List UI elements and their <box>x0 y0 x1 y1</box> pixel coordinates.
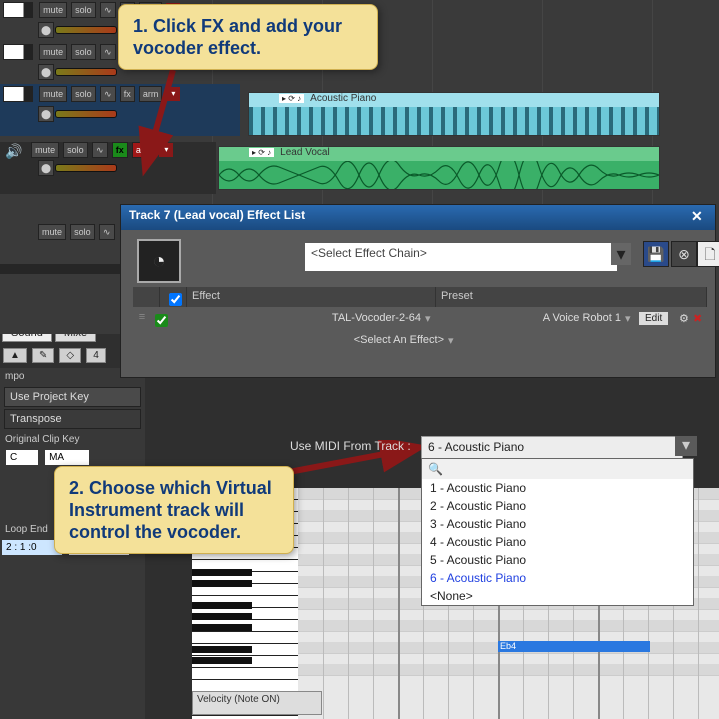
midi-note-eb4[interactable]: Eb4 <box>498 641 650 652</box>
edit-button[interactable]: Edit <box>639 312 668 325</box>
arrow-to-fx <box>128 60 188 180</box>
preset-dropdown-icon[interactable]: ▾ <box>625 312 639 325</box>
effect-row-add[interactable]: <Select An Effect> ▾ <box>133 329 707 351</box>
midi-track-dropdown-list[interactable]: 🔍 1 - Acoustic Piano 2 - Acoustic Piano … <box>421 458 694 606</box>
key-mode-value[interactable]: MA <box>45 450 89 465</box>
volume-fader[interactable] <box>55 26 117 34</box>
midi-keyboard-icon <box>3 86 33 102</box>
midi-from-track-label: Use MIDI From Track : <box>290 439 411 453</box>
key-value[interactable]: C <box>6 450 38 465</box>
effect-enable-checkbox[interactable] <box>155 314 168 327</box>
delete-chain-icon[interactable]: ⊗ <box>671 241 697 267</box>
midi-option[interactable]: <None> <box>422 587 693 605</box>
col-enable <box>160 287 187 307</box>
clip-title: ▸ ⟳ ♪Lead Vocal <box>219 147 659 161</box>
solo-button[interactable]: solo <box>71 86 96 102</box>
effect-dropdown-icon[interactable]: ▾ <box>425 312 439 325</box>
chain-dropdown-caret[interactable]: ▾ <box>611 243 631 265</box>
volume-fader[interactable] <box>55 110 117 118</box>
loop-end-value[interactable]: 2 : 1 :0 <box>2 540 62 555</box>
automation-icon[interactable]: ∿ <box>100 44 116 60</box>
midi-keyboard-icon <box>3 2 33 18</box>
effect-header-row: Effect Preset <box>133 287 707 307</box>
velocity-lane-label[interactable]: Velocity (Note ON) <box>192 691 322 715</box>
clip-title: ▸ ⟳ ♪Acoustic Piano <box>249 93 659 107</box>
effect-row-1[interactable]: ≡ TAL-Vocoder-2-64 ▾ A Voice Robot 1 ▾ E… <box>133 307 707 329</box>
tool-ptr-icon[interactable]: ▲ <box>3 348 27 363</box>
midi-option[interactable]: 1 - Acoustic Piano <box>422 479 693 497</box>
tool-plus-icon[interactable]: ◇ <box>59 348 81 363</box>
effect-list-dialog: Track 7 (Lead vocal) Effect List ✕ ◔ <Se… <box>120 204 716 378</box>
midi-option[interactable]: 2 - Acoustic Piano <box>422 497 693 515</box>
midi-option[interactable]: 5 - Acoustic Piano <box>422 551 693 569</box>
automation-icon[interactable]: ∿ <box>99 224 115 240</box>
pan-icon[interactable]: ⬤ <box>38 160 54 176</box>
track-row-piano[interactable]: mute solo ∿ fx arm ▾ ⬤ <box>0 84 240 136</box>
enable-all-checkbox[interactable] <box>169 293 182 306</box>
mute-button[interactable]: mute <box>38 224 66 240</box>
midi-option[interactable]: 4 - Acoustic Piano <box>422 533 693 551</box>
automation-icon[interactable]: ∿ <box>100 2 116 18</box>
midi-notes-preview <box>249 107 659 135</box>
effect-chain-icon: ◔ <box>137 239 181 283</box>
midi-dropdown-caret[interactable]: ▾ <box>675 436 697 456</box>
automation-icon[interactable]: ∿ <box>100 86 116 102</box>
new-chain-icon[interactable]: 🗋 <box>697 241 719 267</box>
pan-icon[interactable]: ⬤ <box>38 106 54 122</box>
dialog-titlebar[interactable]: Track 7 (Lead vocal) Effect List ✕ <box>121 205 715 230</box>
automation-icon[interactable]: ∿ <box>92 142 108 158</box>
pan-icon[interactable]: ⬤ <box>38 22 54 38</box>
midi-option-selected[interactable]: 6 - Acoustic Piano <box>422 569 693 587</box>
mute-button[interactable]: mute <box>31 142 59 158</box>
track-row-5[interactable]: mute solo ∿ <box>0 210 120 242</box>
audio-waveform <box>219 161 659 189</box>
solo-button[interactable]: solo <box>71 44 96 60</box>
close-icon[interactable]: ✕ <box>691 208 707 224</box>
clip-icons: ▸ ⟳ ♪ <box>249 148 274 157</box>
select-effect-placeholder[interactable]: <Select An Effect> <box>169 334 448 346</box>
callout-step2: 2. Choose which Virtual Instrument track… <box>54 466 294 554</box>
grip-icon[interactable]: ≡ <box>133 311 151 325</box>
col-grip <box>133 287 160 307</box>
effect-dropdown-icon[interactable]: ▾ <box>448 334 462 347</box>
mute-button[interactable]: mute <box>39 2 67 18</box>
speaker-icon: 🔊 <box>0 143 28 157</box>
clip-lead-vocal[interactable]: ▸ ⟳ ♪Lead Vocal <box>218 146 660 190</box>
col-preset: Preset <box>436 287 707 307</box>
midi-option[interactable]: 3 - Acoustic Piano <box>422 515 693 533</box>
gear-icon[interactable]: ⚙ <box>679 312 693 325</box>
clip-acoustic-piano[interactable]: ▸ ⟳ ♪Acoustic Piano <box>248 92 660 136</box>
midi-keyboard-icon <box>3 44 33 60</box>
volume-fader[interactable] <box>55 68 117 76</box>
col-effect: Effect <box>187 287 436 307</box>
fx-button[interactable]: fx <box>112 142 128 158</box>
tool-draw-icon[interactable]: ✎ <box>32 348 54 363</box>
clip-icons: ▸ ⟳ ♪ <box>279 94 304 103</box>
save-chain-icon[interactable]: 💾 <box>643 241 669 267</box>
use-project-key-button[interactable]: Use Project Key <box>4 387 141 407</box>
solo-button[interactable]: solo <box>70 224 95 240</box>
search-icon[interactable]: 🔍 <box>422 459 693 479</box>
transpose-button[interactable]: Transpose <box>4 409 141 429</box>
effect-chain-select[interactable]: <Select Effect Chain> <box>305 243 617 271</box>
mute-button[interactable]: mute <box>39 44 67 60</box>
effect-name[interactable]: TAL-Vocoder-2-64 <box>169 312 425 324</box>
preset-name[interactable]: A Voice Robot 1 <box>439 312 625 324</box>
pan-icon[interactable]: ⬤ <box>38 64 54 80</box>
dialog-title: Track 7 (Lead vocal) Effect List <box>129 208 305 222</box>
mute-button[interactable]: mute <box>39 86 67 102</box>
callout-step1: 1. Click FX and add your vocoder effect. <box>118 4 378 70</box>
original-clip-key-label: Original Clip Key <box>0 431 145 448</box>
solo-button[interactable]: solo <box>71 2 96 18</box>
remove-effect-icon[interactable]: ✖ <box>693 312 707 325</box>
solo-button[interactable]: solo <box>63 142 88 158</box>
page-number[interactable]: 4 <box>86 348 106 363</box>
volume-fader[interactable] <box>55 164 117 172</box>
